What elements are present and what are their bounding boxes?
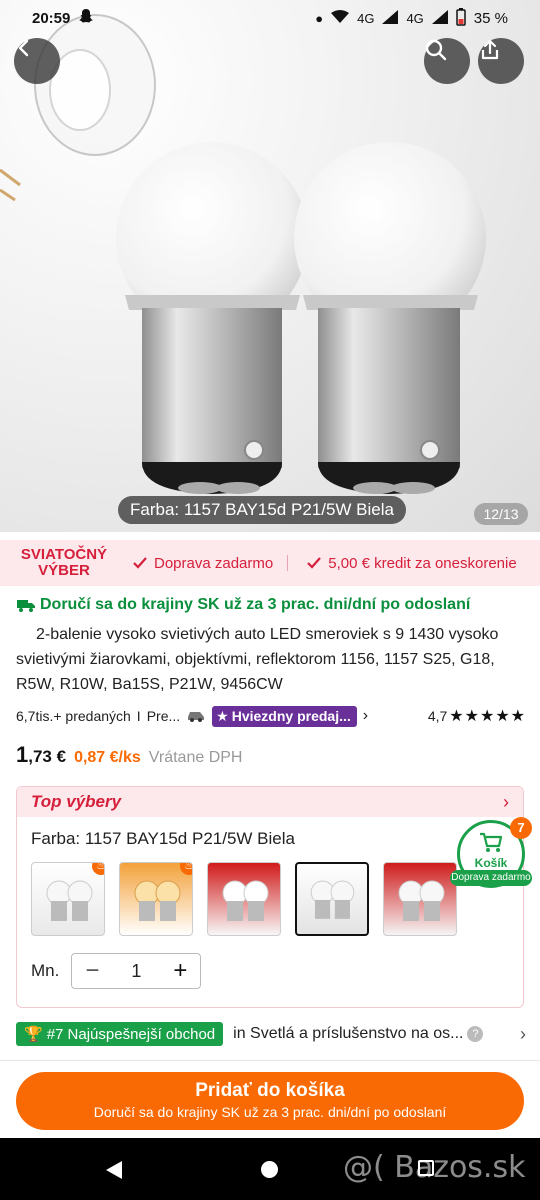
star-seller-icon: ★ xyxy=(216,707,229,724)
top-picks-label: Top výbery xyxy=(31,792,122,811)
check-icon xyxy=(307,557,322,569)
price-main: 1,73 € xyxy=(16,742,66,768)
cart-icon xyxy=(480,832,503,852)
swatch-amber-bulb[interactable]: ♨ xyxy=(119,862,193,936)
watermark: @( Bazos.sk xyxy=(343,1150,526,1185)
add-to-cart-sub: Doručí sa do krajiny SK už za 3 prac. dn… xyxy=(93,1104,447,1120)
system-nav-bar: @( Bazos.sk xyxy=(0,1138,540,1200)
network-1-label: 4G xyxy=(357,10,375,26)
perk-late-credit-label: 5,00 € kredit za oneskorenie xyxy=(328,554,517,572)
status-bar: 20:59 ● 4G 4G 35 % xyxy=(0,0,540,36)
delivery-info: Doručí sa do krajiny SK už za 3 prac. dn… xyxy=(16,596,470,614)
star-seller-label: Hviezdny predaj... xyxy=(231,708,351,724)
chevron-right-icon: › xyxy=(362,707,369,724)
status-icons: ● 4G 4G 35 % xyxy=(315,7,508,29)
perk-late-credit: 5,00 € kredit za oneskorenie xyxy=(306,554,517,572)
share-icon xyxy=(481,39,499,60)
top-picks-header[interactable]: Top výbery › xyxy=(17,787,523,817)
bulb-thumbnail xyxy=(222,880,269,921)
help-icon[interactable]: ? xyxy=(467,1026,484,1042)
swatch-white-bulb-selected[interactable] xyxy=(295,862,369,936)
quantity-stepper: − 1 + xyxy=(71,953,202,989)
holiday-banner[interactable]: SVIATOČNÝ VÝBER Doprava zadarmo 5,00 € k… xyxy=(0,540,540,586)
holiday-tag: SVIATOČNÝ VÝBER xyxy=(14,547,114,579)
product-image[interactable]: Farba: 1157 BAY15d P21/5W Biela 12/13 xyxy=(0,0,540,532)
trophy-icon: 🏆 xyxy=(24,1026,43,1043)
battery-percent: 35 % xyxy=(473,9,508,27)
price-whole: 1 xyxy=(16,742,29,767)
image-counter: 12/13 xyxy=(474,503,528,525)
divider xyxy=(287,555,289,571)
rating[interactable]: 4,7 ★★★★★ xyxy=(428,706,526,726)
quantity-label: Mn. xyxy=(31,961,60,980)
signal-1-icon xyxy=(382,9,399,27)
wifi-icon xyxy=(331,9,350,27)
store-rank-badge: 🏆 #7 Najúspešnejší obchod xyxy=(16,1022,224,1046)
cart-free-shipping: Doprava zadarmo xyxy=(450,870,532,886)
cart-count-badge: 7 xyxy=(510,817,532,839)
holiday-tag-line2: VÝBER xyxy=(38,562,90,579)
bulb-thumbnail xyxy=(134,880,181,921)
home-nav-icon[interactable] xyxy=(261,1161,278,1178)
delivery-text: Doručí sa do krajiny SK už za 3 prac. dn… xyxy=(40,596,471,613)
search-icon xyxy=(425,39,447,61)
bulb-thumbnail xyxy=(310,880,355,919)
vat-note: Vrátane DPH xyxy=(148,749,243,766)
share-button[interactable] xyxy=(478,38,524,84)
pre-label: Pre... xyxy=(146,708,181,724)
swatch-red-glow-bulb[interactable] xyxy=(207,862,281,936)
quantity-value[interactable]: 1 xyxy=(112,961,160,982)
price-per-unit: 0,87 €/ks xyxy=(74,749,141,766)
dot-icon: ● xyxy=(315,10,324,26)
chevron-left-icon xyxy=(18,39,29,57)
check-icon xyxy=(133,557,147,569)
perk-free-shipping-label: Doprava zadarmo xyxy=(154,554,274,572)
color-swatches: ♨ ♨ xyxy=(31,862,457,936)
truck-icon xyxy=(17,600,35,612)
divider xyxy=(0,1060,540,1061)
swatch-red-bulb[interactable] xyxy=(383,862,457,936)
sold-count: 6,7tis.+ predaných xyxy=(16,708,131,724)
cart-label: Košík xyxy=(474,856,508,870)
add-to-cart-button[interactable]: Pridať do košíka Doručí sa do krajiny SK… xyxy=(16,1072,524,1130)
quantity-row: Mn. − 1 + xyxy=(31,953,202,989)
meta-divider: I xyxy=(136,708,141,724)
clock: 20:59 xyxy=(32,9,71,27)
rating-stars: ★★★★★ xyxy=(449,708,526,725)
product-meta: 6,7tis.+ predaných I Pre... ★ Hviezdny p… xyxy=(16,705,526,727)
increase-button[interactable]: + xyxy=(160,957,200,985)
image-color-caption: Farba: 1157 BAY15d P21/5W Biela xyxy=(118,496,406,524)
star-seller-badge[interactable]: ★ Hviezdny predaj... xyxy=(212,705,357,727)
bulb-thumbnail xyxy=(398,880,445,921)
back-button[interactable] xyxy=(14,38,60,84)
decrease-button[interactable]: − xyxy=(72,957,112,985)
car-icon xyxy=(186,707,206,726)
signal-2-icon xyxy=(431,9,448,27)
store-rank-label: #7 Najúspešnejší obchod xyxy=(46,1025,216,1043)
battery-icon xyxy=(456,7,466,29)
chevron-right-icon: › xyxy=(520,1023,526,1044)
price-row: 1,73 € 0,87 €/ks Vrátane DPH xyxy=(16,742,242,768)
swatch-white-bulb[interactable]: ♨ xyxy=(31,862,105,936)
holiday-tag-line1: SVIATOČNÝ xyxy=(20,546,108,563)
perk-free-shipping: Doprava zadarmo xyxy=(132,555,273,572)
snapchat-icon xyxy=(78,8,94,28)
price-cents: ,73 € xyxy=(28,747,67,766)
store-ranking-row[interactable]: 🏆 #7 Najúspešnejší obchod in Svetlá a pr… xyxy=(16,1020,526,1048)
product-title: 2-balenie vysoko svietivých auto LED sme… xyxy=(16,626,499,693)
search-button[interactable] xyxy=(424,38,470,84)
add-to-cart-label: Pridať do košíka xyxy=(195,1080,345,1101)
selected-color-label: Farba: 1157 BAY15d P21/5W Biela xyxy=(31,829,295,848)
network-2-label: 4G xyxy=(406,10,424,26)
bulb-thumbnail xyxy=(46,880,93,921)
top-picks-card: Top výbery › Farba: 1157 BAY15d P21/5W B… xyxy=(16,786,524,1008)
back-nav-icon[interactable] xyxy=(104,1160,124,1180)
chevron-right-icon: › xyxy=(503,791,509,812)
rating-value: 4,7 xyxy=(427,708,448,724)
store-category: in Svetlá a príslušenstvo na os... xyxy=(233,1025,464,1042)
